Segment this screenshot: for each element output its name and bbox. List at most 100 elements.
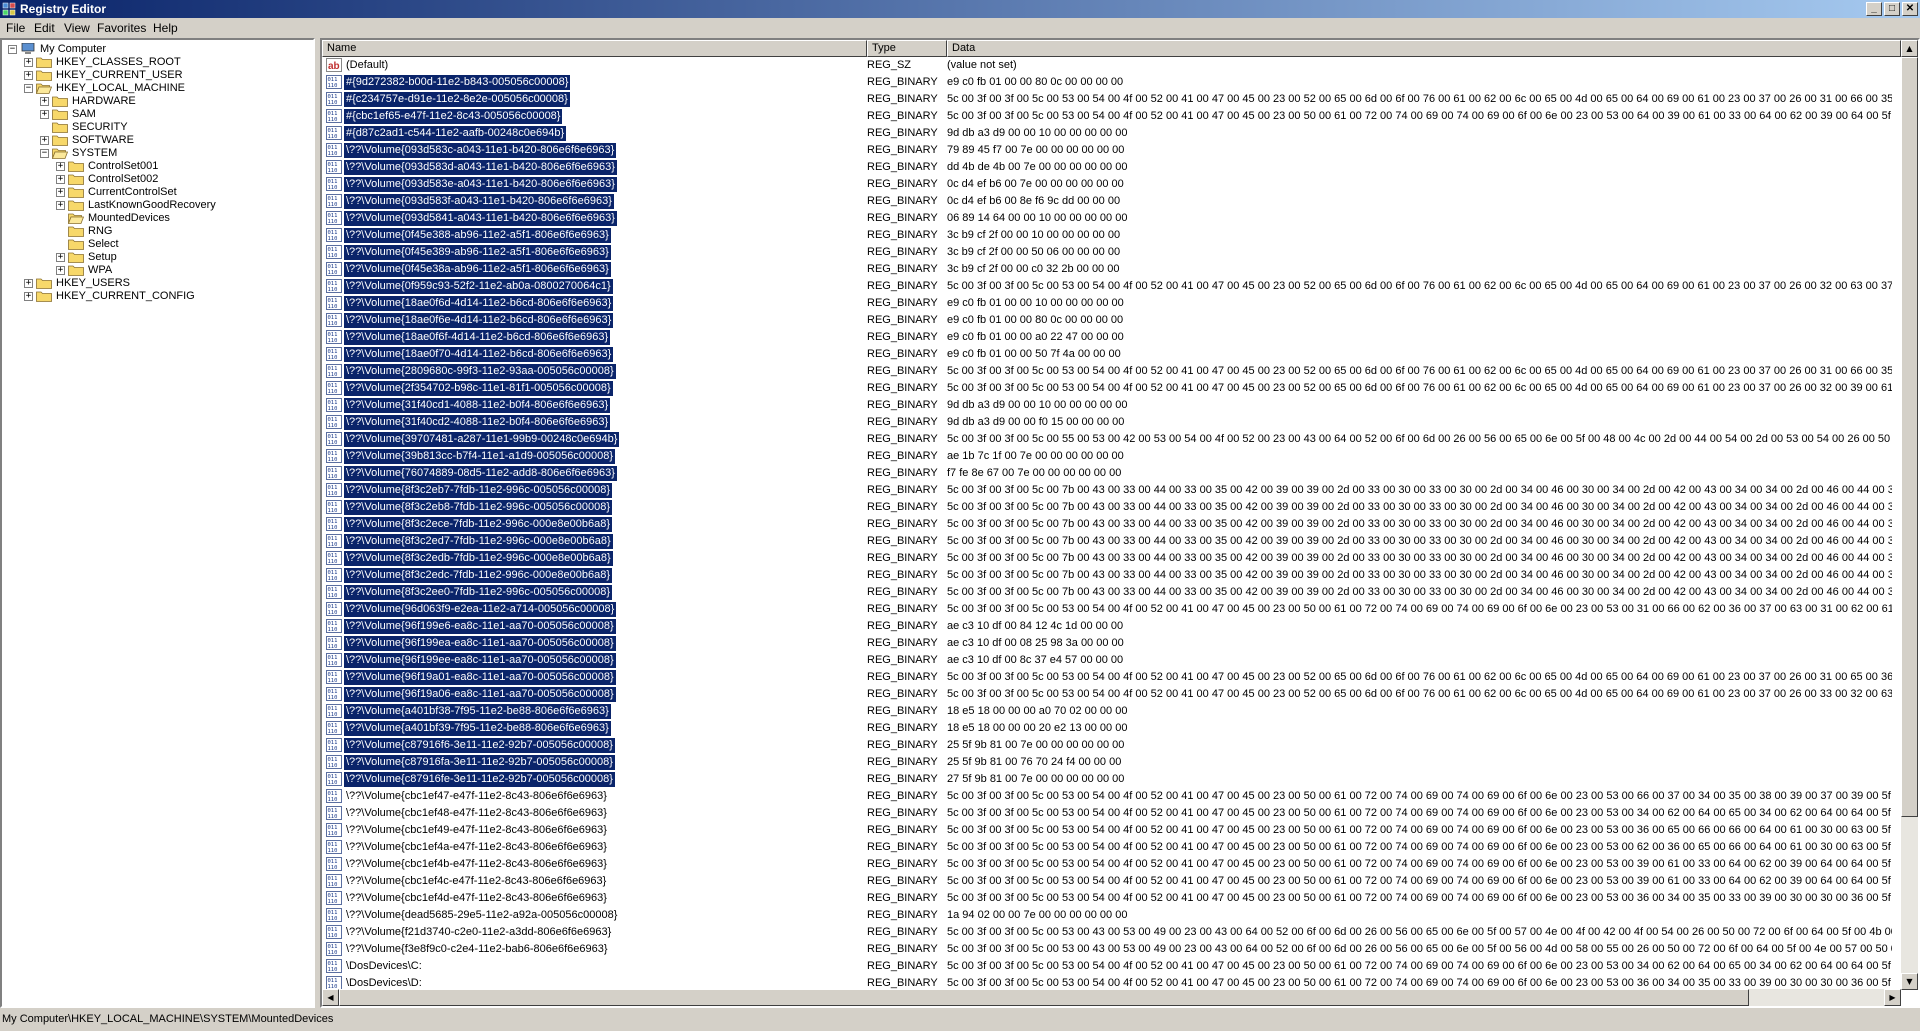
close-button[interactable]: ✕	[1902, 2, 1918, 16]
menu-favorites[interactable]: Favorites	[97, 21, 146, 35]
value-row[interactable]: 011 110 \??\Volume{093d583d-a043-11e1-b420…	[322, 159, 1896, 176]
expand-icon[interactable]: +	[24, 58, 33, 67]
values-list[interactable]: Name Type Data ab (Default) REG_SZ (value n…	[320, 38, 1920, 1008]
expand-icon[interactable]: +	[56, 201, 65, 210]
tree-node-label: SOFTWARE	[72, 134, 134, 146]
collapse-icon[interactable]: −	[40, 149, 49, 158]
expand-icon[interactable]: +	[56, 253, 65, 262]
scroll-left-button[interactable]: ◀	[322, 989, 339, 1006]
column-header-name[interactable]: Name	[322, 40, 867, 57]
value-row[interactable]: 011 110 \??\Volume{39707481-a287-11e1-99b9…	[322, 431, 1896, 448]
menu-edit[interactable]: Edit	[34, 21, 55, 35]
value-row[interactable]: 011 110 \??\Volume{8f3c2eb7-7fdb-11e2-996c…	[322, 482, 1896, 499]
expand-icon[interactable]: +	[40, 110, 49, 119]
expand-icon[interactable]: +	[24, 279, 33, 288]
value-row[interactable]: 011 110 \??\Volume{8f3c2ee0-7fdb-11e2-996c…	[322, 584, 1896, 601]
value-row[interactable]: 011 110 \??\Volume{c87916f6-3e11-11e2-92b7…	[322, 737, 1896, 754]
value-name: \??\Volume{0f45e389-ab96-11e2-a5f1-806e6…	[344, 245, 611, 260]
value-row[interactable]: 011 110 \??\Volume{76074889-08d5-11e2-add8…	[322, 465, 1896, 482]
registry-tree[interactable]: − My Computer + HKEY_CLASSES_ROOT + HKEY_CURR…	[0, 38, 315, 1008]
expand-icon[interactable]: +	[24, 71, 33, 80]
value-row[interactable]: 011 110 \??\Volume{cbc1ef4d-e47f-11e2-8c43…	[322, 890, 1896, 907]
column-header-data[interactable]: Data	[947, 40, 1901, 57]
value-row[interactable]: 011 110 \??\Volume{2f354702-b98c-11e1-81f1…	[322, 380, 1896, 397]
value-row[interactable]: 011 110 \??\Volume{cbc1ef49-e47f-11e2-8c43…	[322, 822, 1896, 839]
expand-icon[interactable]: +	[40, 136, 49, 145]
value-row[interactable]: 011 110 #{9d272382-b00d-11e2-b843-005056c0…	[322, 74, 1896, 91]
value-row[interactable]: 011 110 \??\Volume{8f3c2eb8-7fdb-11e2-996c…	[322, 499, 1896, 516]
folder-icon	[52, 134, 68, 146]
expand-icon[interactable]: +	[24, 292, 33, 301]
value-row[interactable]: 011 110 \??\Volume{c87916fa-3e11-11e2-92b7…	[322, 754, 1896, 771]
value-row[interactable]: 011 110 \??\Volume{0f45e38a-ab96-11e2-a5f1…	[322, 261, 1896, 278]
value-row[interactable]: 011 110 \??\Volume{96f19a01-ea8c-11e1-aa70…	[322, 669, 1896, 686]
value-row[interactable]: 011 110 \??\Volume{0f45e389-ab96-11e2-a5f1…	[322, 244, 1896, 261]
value-row[interactable]: 011 110 \??\Volume{093d583e-a043-11e1-b420…	[322, 176, 1896, 193]
value-row[interactable]: 011 110 \??\Volume{96f199e6-ea8c-11e1-aa70…	[322, 618, 1896, 635]
value-row[interactable]: 011 110 \??\Volume{093d583f-a043-11e1-b420…	[322, 193, 1896, 210]
collapse-icon[interactable]: −	[24, 84, 33, 93]
value-row[interactable]: 011 110 \??\Volume{39b813cc-b7f4-11e1-a1d9…	[322, 448, 1896, 465]
menu-view[interactable]: View	[64, 21, 90, 35]
value-row[interactable]: 011 110 \??\Volume{8f3c2ed7-7fdb-11e2-996c…	[322, 533, 1896, 550]
folder-icon	[68, 238, 84, 250]
value-row[interactable]: 011 110 \??\Volume{96f19a06-ea8c-11e1-aa70…	[322, 686, 1896, 703]
value-row[interactable]: 011 110 \??\Volume{cbc1ef4b-e47f-11e2-8c43…	[322, 856, 1896, 873]
horizontal-scrollbar[interactable]: ◀ ▶	[322, 989, 1901, 1006]
value-row[interactable]: 011 110 \DosDevices\C: REG_BINARY 5c 00 3f 0…	[322, 958, 1896, 975]
scroll-up-button[interactable]: ▲	[1901, 40, 1918, 57]
value-row[interactable]: 011 110 \??\Volume{f21d3740-c2e0-11e2-a3dd…	[322, 924, 1896, 941]
value-row[interactable]: 011 110 \??\Volume{18ae0f70-4d14-11e2-b6cd…	[322, 346, 1896, 363]
expand-icon[interactable]: +	[56, 162, 65, 171]
binary-value-icon: 011 110	[326, 109, 342, 123]
column-header-type[interactable]: Type	[867, 40, 947, 57]
value-row[interactable]: 011 110 \??\Volume{18ae0f6d-4d14-11e2-b6cd…	[322, 295, 1896, 312]
expand-icon[interactable]: +	[56, 266, 65, 275]
vertical-scroll-thumb[interactable]	[1901, 57, 1918, 817]
value-row[interactable]: 011 110 #{cbc1ef65-e47f-11e2-8c43-005056c0…	[322, 108, 1896, 125]
value-row[interactable]: 011 110 \??\Volume{cbc1ef47-e47f-11e2-8c43…	[322, 788, 1896, 805]
menu-file[interactable]: File	[6, 21, 25, 35]
value-row[interactable]: 011 110 \??\Volume{0f45e388-ab96-11e2-a5f1…	[322, 227, 1896, 244]
value-row[interactable]: 011 110 \??\Volume{31f40cd2-4088-11e2-b0f4…	[322, 414, 1896, 431]
minimize-button[interactable]: _	[1866, 2, 1882, 16]
horizontal-scroll-thumb[interactable]	[339, 989, 1749, 1006]
vertical-scrollbar[interactable]: ▲ ▼	[1901, 40, 1918, 990]
value-row[interactable]: 011 110 \??\Volume{96f199ea-ea8c-11e1-aa70…	[322, 635, 1896, 652]
scroll-right-button[interactable]: ▶	[1884, 989, 1901, 1006]
value-row[interactable]: 011 110 \??\Volume{0f959c93-52f2-11e2-ab0a…	[322, 278, 1896, 295]
value-row[interactable]: 011 110 \??\Volume{8f3c2edc-7fdb-11e2-996c…	[322, 567, 1896, 584]
value-type: REG_BINARY	[867, 365, 938, 377]
value-row[interactable]: 011 110 \??\Volume{8f3c2ece-7fdb-11e2-996c…	[322, 516, 1896, 533]
maximize-button[interactable]: □	[1884, 2, 1900, 16]
value-row[interactable]: 011 110 \??\Volume{a401bf38-7f95-11e2-be88…	[322, 703, 1896, 720]
value-row[interactable]: 011 110 \??\Volume{cbc1ef4c-e47f-11e2-8c43…	[322, 873, 1896, 890]
value-row[interactable]: 011 110 \??\Volume{31f40cd1-4088-11e2-b0f4…	[322, 397, 1896, 414]
value-row[interactable]: ab (Default) REG_SZ (value not set)	[322, 57, 1896, 74]
value-data: 5c 00 3f 00 3f 00 5c 00 53 00 54 00 4f 0…	[947, 93, 1892, 105]
collapse-icon[interactable]: −	[8, 45, 17, 54]
value-row[interactable]: 011 110 \??\Volume{a401bf39-7f95-11e2-be88…	[322, 720, 1896, 737]
value-row[interactable]: 011 110 \??\Volume{96d063f9-e2ea-11e2-a714…	[322, 601, 1896, 618]
value-row[interactable]: 011 110 \??\Volume{dead5685-29e5-11e2-a92a…	[322, 907, 1896, 924]
value-row[interactable]: 011 110 \??\Volume{18ae0f6f-4d14-11e2-b6cd…	[322, 329, 1896, 346]
value-row[interactable]: 011 110 #{d87c2ad1-c544-11e2-aafb-00248c0e…	[322, 125, 1896, 142]
value-row[interactable]: 011 110 \??\Volume{c87916fe-3e11-11e2-92b7…	[322, 771, 1896, 788]
menu-help[interactable]: Help	[153, 21, 178, 35]
value-row[interactable]: 011 110 \??\Volume{18ae0f6e-4d14-11e2-b6cd…	[322, 312, 1896, 329]
value-row[interactable]: 011 110 \??\Volume{2809680c-99f3-11e2-93aa…	[322, 363, 1896, 380]
value-row[interactable]: 011 110 \??\Volume{cbc1ef48-e47f-11e2-8c43…	[322, 805, 1896, 822]
value-row[interactable]: 011 110 #{c234757e-d91e-11e2-8e2e-005056c0…	[322, 91, 1896, 108]
scroll-down-button[interactable]: ▼	[1901, 973, 1918, 990]
title-bar[interactable]: Registry Editor _ □ ✕	[0, 0, 1920, 18]
expand-icon[interactable]: +	[56, 188, 65, 197]
value-row[interactable]: 011 110 \??\Volume{093d583c-a043-11e1-b420…	[322, 142, 1896, 159]
expand-icon[interactable]: +	[40, 97, 49, 106]
value-row[interactable]: 011 110 \??\Volume{f3e8f9c0-c2e4-11e2-bab6…	[322, 941, 1896, 958]
value-row[interactable]: 011 110 \??\Volume{cbc1ef4a-e47f-11e2-8c43…	[322, 839, 1896, 856]
value-row[interactable]: 011 110 \??\Volume{96f199ee-ea8c-11e1-aa70…	[322, 652, 1896, 669]
value-name: \??\Volume{a401bf39-7f95-11e2-be88-806e6…	[344, 721, 611, 736]
value-row[interactable]: 011 110 \??\Volume{093d5841-a043-11e1-b420…	[322, 210, 1896, 227]
value-row[interactable]: 011 110 \??\Volume{8f3c2edb-7fdb-11e2-996c…	[322, 550, 1896, 567]
expand-icon[interactable]: +	[56, 175, 65, 184]
